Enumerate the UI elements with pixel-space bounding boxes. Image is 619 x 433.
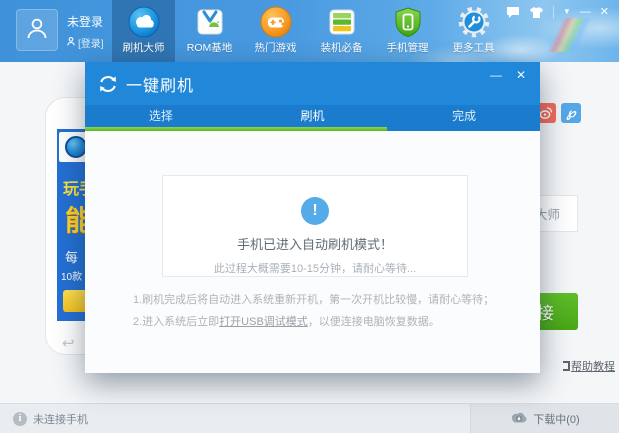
dialog-close-button[interactable]: ✕: [516, 69, 526, 81]
note-line-2: 2.进入系统后立即打开USB调试模式，以便连接电脑恢复数据。: [133, 316, 440, 328]
main-nav: 刷机大师 ROM基地 热门游戏 装机必备 手机管理 更多工具: [112, 0, 505, 62]
dialog-minimize-button[interactable]: —: [490, 69, 502, 81]
login-person-icon: [67, 36, 75, 49]
phone-manager-icon: [392, 6, 424, 38]
social-share-icons: ℘: [536, 103, 581, 123]
connection-status-text: 未连接手机: [33, 413, 88, 426]
nav-item-rom-base[interactable]: ROM基地: [178, 0, 241, 62]
tab-finish[interactable]: 完成: [388, 105, 540, 127]
help-tutorial-link[interactable]: 帮助教程: [563, 358, 615, 374]
skin-shirt-icon[interactable]: [529, 6, 544, 19]
rainbow-decoration: [540, 18, 600, 52]
status-subtitle: 此过程大概需要10-15分钟，请耐心等待...: [213, 263, 417, 275]
window-controls: ▼ — ✕: [506, 5, 609, 19]
tab-select[interactable]: 选择: [85, 105, 237, 127]
connection-status: i 未连接手机: [13, 404, 88, 433]
nav-item-hot-games[interactable]: 热门游戏: [244, 0, 307, 62]
statusbar: i 未连接手机 下载中(0): [0, 403, 619, 433]
nav-item-essential-apps[interactable]: 装机必备: [310, 0, 373, 62]
dialog-title: 一键刷机: [126, 77, 195, 95]
feedback-chat-icon[interactable]: [506, 6, 520, 19]
clipped-glyph-fragment: [563, 361, 570, 371]
divider: [552, 6, 554, 18]
refresh-sync-icon: [97, 73, 119, 95]
download-status-text: 下载中(0): [533, 413, 580, 426]
download-manager-button[interactable]: 下载中(0): [470, 404, 619, 433]
download-cloud-icon: [510, 411, 527, 426]
dialog-body: ! 手机已进入自动刷机模式！ 此过程大概需要10-15分钟，请耐心等待... 1…: [85, 131, 540, 373]
minimize-button[interactable]: —: [580, 5, 591, 19]
banner-text-4: 10款: [61, 272, 83, 283]
close-button[interactable]: ✕: [600, 5, 609, 19]
flash-master-logo-icon: [65, 136, 87, 158]
alert-exclamation-icon: !: [301, 197, 329, 225]
tencent-share-icon[interactable]: ℘: [561, 103, 581, 123]
status-title: 手机已进入自动刷机模式！: [236, 237, 393, 252]
nav-item-phone-manager[interactable]: 手机管理: [376, 0, 439, 62]
dialog-header: 一键刷机 — ✕: [85, 62, 540, 105]
usb-debug-link[interactable]: 打开USB调试模式: [219, 316, 308, 328]
tab-flash[interactable]: 刷机: [237, 105, 389, 127]
user-icon: [24, 15, 50, 46]
menu-dropdown-icon[interactable]: ▼: [563, 5, 571, 19]
essential-apps-icon: [326, 6, 358, 38]
login-link[interactable]: [登录]: [67, 35, 104, 50]
flash-notes: 1.刷机完成后将自动进入系统重新开机，第一次开机比较慢，请耐心等待； 2.进入系…: [133, 289, 494, 333]
cloud-icon: [128, 6, 160, 38]
one-click-flash-dialog: 一键刷机 — ✕ 选择 刷机 完成 ! 手机已进入自动刷机模式！ 此过程大概需要…: [85, 62, 540, 373]
user-area[interactable]: 未登录 [登录]: [16, 9, 104, 51]
phone-back-arrow-icon: ↩: [62, 335, 75, 352]
games-icon: [260, 6, 292, 38]
login-status-text: 未登录: [67, 15, 104, 29]
dialog-step-tabs: 选择 刷机 完成: [85, 105, 540, 127]
rom-store-icon: [194, 6, 226, 38]
topbar: 未登录 [登录] 刷机大师 ROM基地 热门游戏 装机必备 手机管理 更多工具 …: [0, 0, 619, 62]
avatar[interactable]: [16, 9, 58, 51]
nav-item-flash-master[interactable]: 刷机大师: [112, 0, 175, 62]
banner-text-3: 每: [65, 250, 79, 265]
app-window: 未登录 [登录] 刷机大师 ROM基地 热门游戏 装机必备 手机管理 更多工具 …: [0, 0, 619, 433]
note-line-1: 1.刷机完成后将自动进入系统重新开机，第一次开机比较慢，请耐心等待；: [133, 294, 495, 306]
nav-item-more-tools[interactable]: 更多工具: [442, 0, 505, 62]
info-icon: i: [13, 411, 27, 426]
flash-status-box: ! 手机已进入自动刷机模式！ 此过程大概需要10-15分钟，请耐心等待...: [162, 175, 468, 277]
more-tools-icon: [458, 6, 490, 38]
